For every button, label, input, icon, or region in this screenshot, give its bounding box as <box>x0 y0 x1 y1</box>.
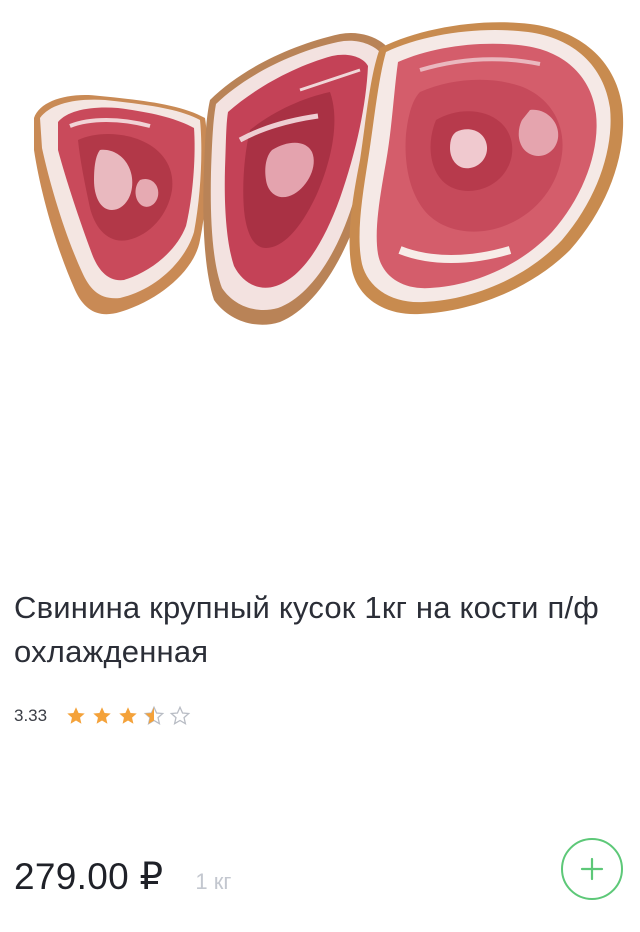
star-half-icon <box>143 705 165 726</box>
star-empty-icon <box>169 705 191 726</box>
rating-stars <box>65 705 195 727</box>
unit-label: 1 кг <box>195 869 232 894</box>
star-filled-icon <box>119 707 137 724</box>
star-filled-icon <box>67 707 85 724</box>
product-title: Свинина крупный кусок 1кг на кости п/ф о… <box>14 590 599 669</box>
price: 279.00 ₽ <box>14 856 164 897</box>
plus-icon <box>580 857 604 881</box>
pork-meat-image <box>34 22 624 325</box>
product-image <box>0 0 640 540</box>
star-filled-icon <box>93 707 111 724</box>
rating-value: 3.33 <box>14 706 48 725</box>
product-card[interactable]: Свинина крупный кусок 1кг на кости п/ф о… <box>0 0 640 932</box>
price-row: 279.00 ₽ 1 кг <box>14 855 231 903</box>
add-to-cart-button[interactable] <box>561 838 623 900</box>
rating: 3.33 <box>14 702 195 730</box>
